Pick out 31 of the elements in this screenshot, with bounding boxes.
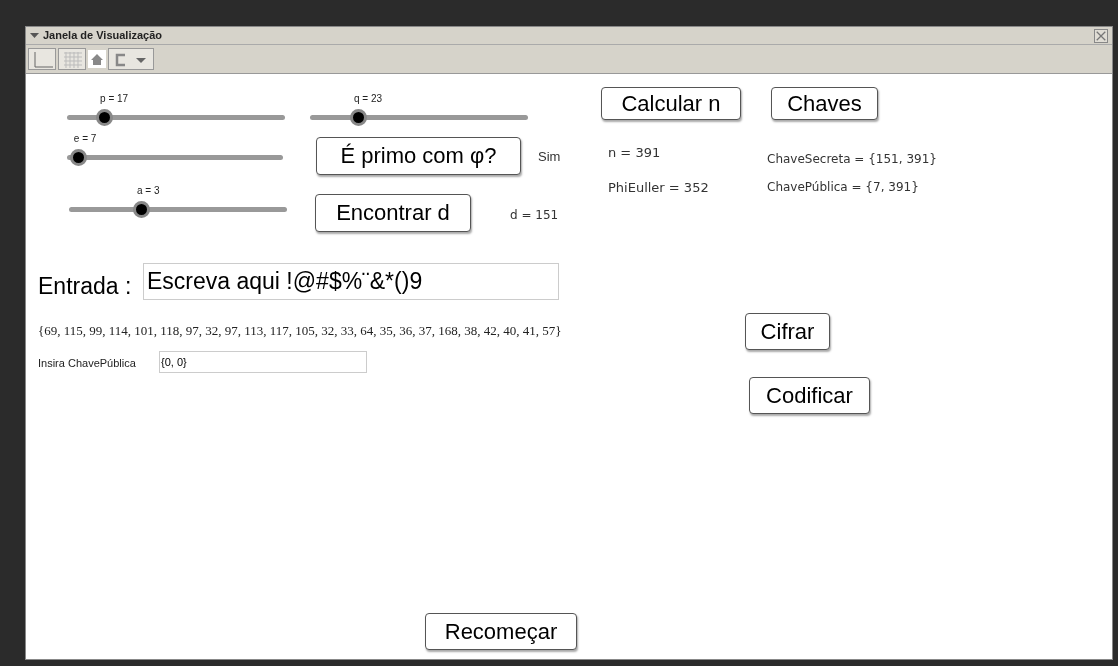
value-text: PhiEuller = 352: [608, 179, 709, 197]
home-icon[interactable]: [88, 50, 106, 68]
value-text: n = 391: [608, 144, 661, 162]
slider-label: e = 7: [73, 132, 97, 146]
slider-label: a = 3: [136, 184, 160, 198]
slider-thumb[interactable]: [349, 109, 367, 126]
value-text: ChavePública = {7, 391}: [767, 179, 919, 196]
code-list-text: {69, 115, 99, 114, 101, 118, 97, 32, 97, 113, 117, 105, 32, 33, 64, 35, 36, 37, 168, 38, 42, 40, 41, 57}: [38, 322, 562, 340]
slider-thumb[interactable]: [132, 201, 150, 218]
input-label: Entrada :: [38, 272, 132, 301]
value-text: d = 151: [510, 207, 559, 224]
close-icon[interactable]: [1094, 28, 1108, 43]
button[interactable]: Calcular n: [601, 87, 741, 120]
button[interactable]: É primo com φ?: [316, 137, 521, 175]
button[interactable]: Cifrar: [745, 313, 830, 350]
answer-text: Sim: [538, 148, 561, 166]
slider-thumb[interactable]: [96, 109, 114, 126]
window-title: Janela de Visualização: [43, 28, 163, 44]
button[interactable]: Codificar: [749, 377, 870, 414]
button[interactable]: Chaves: [771, 87, 878, 120]
slider-label: q = 23: [353, 92, 383, 106]
slider-label: p = 17: [100, 92, 129, 106]
input-field[interactable]: Escreva aqui !@#$%¨&*()9: [143, 263, 559, 300]
value-text: ChaveSecreta = {151, 391}: [767, 151, 937, 168]
input-field[interactable]: {0, 0}: [159, 351, 367, 373]
button[interactable]: Encontrar d: [315, 194, 471, 232]
button[interactable]: Recomeçar: [425, 613, 577, 650]
slider-thumb[interactable]: [69, 149, 87, 166]
style-dropdown-icon[interactable]: [108, 48, 154, 70]
collapse-icon[interactable]: [30, 31, 39, 40]
input-label: Insira ChavePública: [38, 356, 136, 371]
